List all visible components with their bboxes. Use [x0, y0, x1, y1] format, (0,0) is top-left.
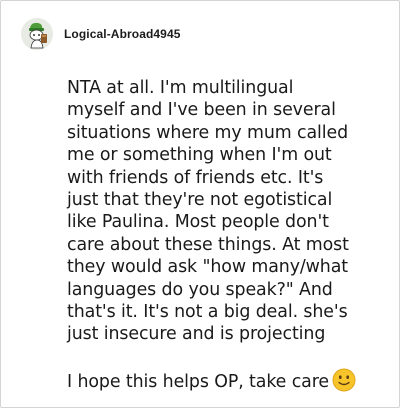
comment-header: Logical-Abroad4945 — [21, 18, 181, 50]
slightly-smiling-face-icon — [332, 368, 356, 392]
snoo-avatar-icon[interactable] — [21, 18, 53, 50]
comment-body: NTA at all. I'm multilingual myself and … — [67, 77, 387, 394]
username[interactable]: Logical-Abroad4945 — [64, 27, 181, 41]
comment-text: NTA at all. I'm multilingual myself and … — [67, 78, 349, 393]
comment-card: Logical-Abroad4945 NTA at all. I'm multi… — [0, 0, 400, 408]
